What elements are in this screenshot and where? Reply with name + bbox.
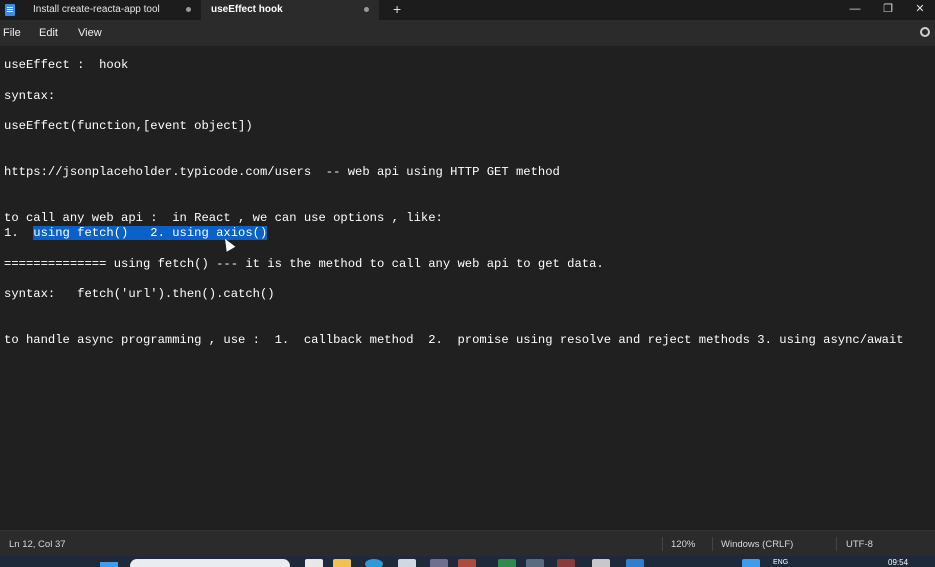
windows-start-icon[interactable] (100, 562, 118, 567)
taskbar-app-icon[interactable] (742, 559, 760, 567)
editor-line: syntax: fetch('url').then().catch() (4, 287, 275, 301)
text-editor[interactable]: useEffect : hook syntax: useEffect(funct… (0, 46, 935, 530)
encoding[interactable]: UTF-8 (846, 539, 873, 550)
unsaved-dot-icon (364, 7, 369, 12)
edge-icon[interactable] (365, 559, 383, 567)
menu-file[interactable]: File (3, 27, 21, 39)
status-divider (712, 537, 713, 551)
taskbar-app-icon[interactable] (557, 559, 575, 567)
unsaved-dot-icon (186, 7, 191, 12)
title-bar: Install create-reacta-app tool useEffect… (0, 0, 935, 20)
taskbar-app-icon[interactable] (458, 559, 476, 567)
taskbar-app-icon[interactable] (398, 559, 416, 567)
taskbar-app-icon[interactable] (305, 559, 323, 567)
editor-line: https://jsonplaceholder.typicode.com/use… (4, 165, 560, 179)
tab-label: useEffect hook (211, 4, 283, 15)
editor-line: to handle async programming , use : 1. c… (4, 333, 904, 347)
notepad-icon (5, 4, 15, 16)
file-explorer-icon[interactable] (333, 559, 351, 567)
editor-line: useEffect : hook (4, 58, 129, 72)
tab-useeffect-hook[interactable]: useEffect hook (201, 0, 379, 20)
tab-label: Install create-reacta-app tool (33, 4, 160, 15)
cursor-position: Ln 12, Col 37 (9, 539, 66, 550)
notepad-taskbar-icon[interactable] (526, 559, 544, 567)
editor-line: useEffect(function,[event object]) (4, 119, 253, 133)
clock[interactable]: 09:54 (888, 558, 908, 567)
line-ending[interactable]: Windows (CRLF) (721, 539, 793, 550)
taskbar-search[interactable] (130, 559, 290, 567)
status-bar: Ln 12, Col 37 120% Windows (CRLF) UTF-8 (0, 530, 935, 556)
taskbar-app-icon[interactable] (592, 559, 610, 567)
maximize-button[interactable]: ❐ (873, 0, 903, 20)
editor-line: syntax: (4, 89, 56, 103)
minimize-button[interactable]: — (840, 0, 870, 20)
language-indicator[interactable]: ENG (773, 559, 788, 566)
settings-gear-icon[interactable] (920, 27, 930, 37)
menu-bar: File Edit View (0, 20, 935, 46)
taskbar: ENG 09:54 (0, 556, 935, 567)
taskbar-app-icon[interactable] (430, 559, 448, 567)
status-divider (662, 537, 663, 551)
new-tab-button[interactable]: + (393, 0, 401, 20)
vscode-icon[interactable] (626, 559, 644, 567)
editor-line: to call any web api : in React , we can … (4, 211, 443, 225)
zoom-level[interactable]: 120% (671, 539, 695, 550)
options-prefix: 1. (4, 226, 34, 240)
status-divider (836, 537, 837, 551)
editor-line: ============== using fetch() --- it is t… (4, 257, 604, 271)
close-button[interactable]: ✕ (905, 0, 935, 20)
selected-text: using fetch() 2. using axios() (33, 226, 268, 240)
taskbar-app-icon[interactable] (498, 559, 516, 567)
menu-edit[interactable]: Edit (39, 27, 58, 39)
menu-view[interactable]: View (78, 27, 102, 39)
tab-install-create-react-app[interactable]: Install create-reacta-app tool (22, 0, 200, 20)
